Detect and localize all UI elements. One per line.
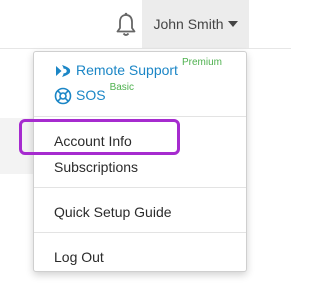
menu-item-log-out[interactable]: Log Out [54, 249, 104, 265]
user-dropdown-menu: Remote Support Premium SOS Basic Account… [33, 51, 247, 272]
menu-item-subscriptions[interactable]: Subscriptions [54, 159, 138, 175]
product-sos[interactable]: SOS Basic [54, 82, 134, 105]
product-tier: Basic [109, 82, 135, 93]
menu-divider [34, 232, 246, 233]
menu-divider [34, 116, 246, 117]
menu-item-account-info[interactable]: Account Info [54, 133, 132, 149]
sos-icon [54, 87, 72, 105]
product-name: Remote Support [76, 62, 178, 78]
product-name: SOS [76, 87, 106, 103]
top-bar: John Smith [0, 0, 291, 48]
caret-down-icon [227, 21, 238, 27]
bell-icon[interactable] [114, 12, 138, 38]
menu-divider [34, 187, 246, 188]
menu-item-quick-setup-guide[interactable]: Quick Setup Guide [54, 204, 172, 220]
remote-support-icon [56, 65, 71, 77]
user-menu-button[interactable]: John Smith [142, 0, 249, 48]
product-remote-support[interactable]: Remote Support Premium [54, 57, 222, 80]
user-name: John Smith [153, 16, 224, 32]
product-tier: Premium [181, 57, 222, 68]
header-divider [0, 48, 291, 49]
